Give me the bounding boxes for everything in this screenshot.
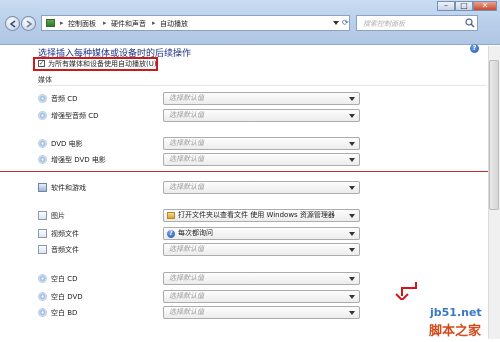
blank-cd-select[interactable]: 选择默认值 — [163, 272, 360, 285]
close-button[interactable]: ✕ — [473, 1, 497, 11]
media-group-label: 媒体 — [38, 76, 52, 84]
row-label-blank-cd: 空白 CD — [51, 275, 78, 283]
autoplay-checkbox-label[interactable]: 为所有媒体和设备使用自动播放(U) — [48, 59, 157, 69]
enhanced-dvd-movie-icon — [38, 155, 47, 164]
enhanced-dvd-movie-select[interactable]: 选择默认值 — [163, 153, 360, 166]
address-bar[interactable]: ▸ 控制面板 ▸ 硬件和声音 ▸ 自动播放 ⟳ — [41, 15, 350, 31]
audio-files-select[interactable]: 选择默认值 — [163, 243, 360, 256]
back-button[interactable] — [5, 16, 20, 31]
blank-bd-select[interactable]: 选择默认值 — [163, 306, 360, 319]
chevron-down-icon — [349, 214, 355, 218]
dvd-movie-select[interactable]: 选择默认值 — [163, 137, 360, 150]
audio-cd-select[interactable]: 选择默认值 — [163, 92, 360, 105]
chevron-down-icon — [349, 277, 355, 281]
enhanced-audio-cd-icon — [38, 111, 47, 120]
chevron-down-icon — [349, 114, 355, 118]
blank-dvd-select[interactable]: 选择默认值 — [163, 290, 360, 303]
search-input[interactable]: 搜索控制面板 — [363, 19, 405, 29]
dvd-movie-icon — [38, 139, 47, 148]
select-value: 选择默认值 — [169, 139, 204, 147]
select-value: 每次都询问 — [178, 229, 213, 237]
chevron-down-icon — [349, 232, 355, 236]
back-arrow-icon — [9, 20, 16, 28]
software-games-select[interactable]: 选择默认值 — [163, 181, 360, 194]
select-value: 选择默认值 — [169, 183, 204, 191]
row-label-dvd-movie: DVD 电影 — [51, 140, 83, 148]
row-label-audio-files: 音频文件 — [51, 246, 79, 254]
chevron-down-icon — [349, 158, 355, 162]
video-files-icon — [38, 229, 47, 238]
breadcrumb-hardware-sound[interactable]: 硬件和声音 — [111, 19, 146, 29]
select-value: 选择默认值 — [169, 274, 204, 282]
select-value: 选择默认值 — [169, 292, 204, 300]
search-box[interactable]: 搜索控制面板 — [356, 15, 478, 31]
enhanced-audio-cd-select[interactable]: 选择默认值 — [163, 109, 360, 122]
watermark: jb51.net 脚本之家 — [426, 296, 500, 342]
question-icon: ? — [167, 230, 175, 238]
software-games-icon — [38, 183, 47, 192]
folder-icon — [167, 212, 175, 219]
chevron-down-icon — [349, 248, 355, 252]
forward-button[interactable] — [21, 16, 36, 31]
pictures-select[interactable]: 打开文件夹以查看文件 使用 Windows 资源管理器 — [163, 209, 360, 222]
video-files-select[interactable]: ? 每次都询问 — [163, 227, 360, 240]
row-label-software-games: 软件和游戏 — [51, 184, 86, 192]
chevron-down-icon — [349, 142, 355, 146]
help-icon[interactable]: ? — [470, 44, 479, 53]
breadcrumb-separator: ▸ — [152, 19, 156, 27]
select-value: 选择默认值 — [169, 94, 204, 102]
select-value: 选择默认值 — [169, 245, 204, 253]
refresh-icon[interactable]: ⟳ — [342, 18, 349, 28]
breadcrumb-separator: ▸ — [103, 19, 107, 27]
row-label-video-files: 视频文件 — [51, 230, 79, 238]
breadcrumb-autoplay[interactable]: 自动播放 — [160, 19, 188, 29]
address-dropdown-icon[interactable] — [333, 21, 339, 25]
annotation-line — [0, 171, 500, 172]
chevron-down-icon — [349, 97, 355, 101]
select-value: 选择默认值 — [169, 111, 204, 119]
divider — [38, 85, 486, 86]
select-value: 选择默认值 — [169, 155, 204, 163]
chevron-down-icon — [349, 186, 355, 190]
row-label-blank-bd: 空白 BD — [51, 309, 78, 317]
row-label-audio-cd: 音频 CD — [51, 95, 78, 103]
audio-cd-icon — [38, 94, 47, 103]
control-panel-icon — [46, 19, 55, 27]
minimize-button[interactable]: – — [437, 1, 455, 11]
scrollbar-thumb[interactable] — [489, 60, 499, 210]
chevron-down-icon — [349, 295, 355, 299]
row-label-blank-dvd: 空白 DVD — [51, 293, 83, 301]
select-value: 选择默认值 — [169, 308, 204, 316]
title-bar: – □ ✕ ▸ 控制面板 ▸ 硬件和声音 ▸ 自动播放 ⟳ 搜索控制面板 — [0, 0, 500, 45]
row-label-pictures: 图片 — [51, 212, 65, 220]
annotation-arrow-icon — [395, 282, 417, 300]
blank-bd-icon — [38, 308, 47, 317]
chevron-down-icon — [349, 311, 355, 315]
audio-files-icon — [38, 245, 47, 254]
autoplay-checkbox[interactable]: ✓ — [38, 60, 45, 67]
watermark-site: jb51.net — [430, 306, 482, 319]
search-icon[interactable] — [465, 18, 475, 28]
row-label-enhanced-audio-cd: 增强型音频 CD — [51, 112, 99, 120]
maximize-button[interactable]: □ — [455, 1, 473, 11]
blank-dvd-icon — [38, 292, 47, 301]
select-value: 打开文件夹以查看文件 使用 Windows 资源管理器 — [178, 211, 335, 219]
row-label-enhanced-dvd-movie: 增强型 DVD 电影 — [51, 156, 106, 164]
breadcrumb-control-panel[interactable]: 控制面板 — [68, 19, 96, 29]
breadcrumb-separator: ▸ — [60, 19, 64, 27]
blank-cd-icon — [38, 274, 47, 283]
pictures-icon — [38, 211, 47, 220]
forward-arrow-icon — [26, 20, 33, 28]
watermark-name: 脚本之家 — [429, 324, 482, 339]
